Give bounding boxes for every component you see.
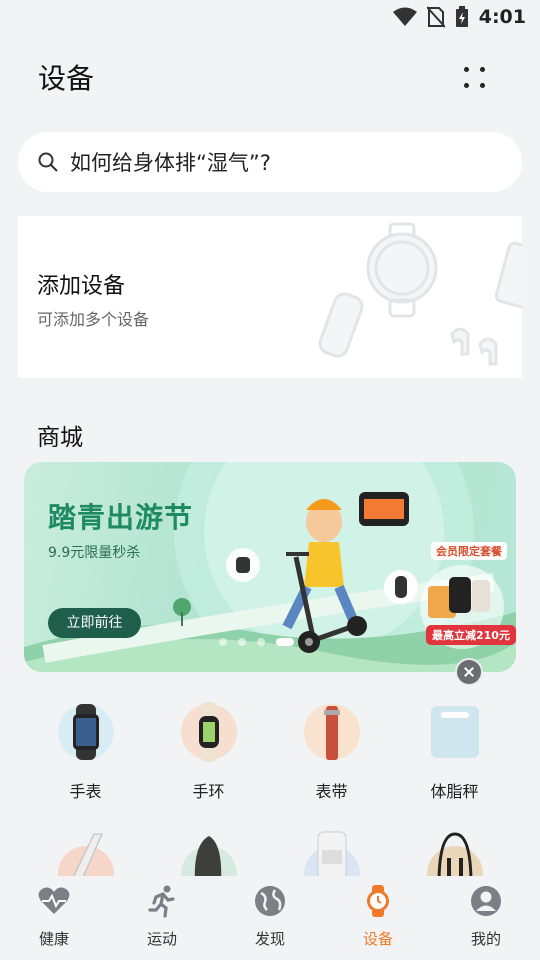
band-icon	[180, 702, 237, 762]
carousel-dot	[276, 638, 294, 646]
heart-icon	[38, 887, 70, 914]
battery-charging-icon	[455, 6, 468, 27]
bottom-tab-bar: 健康 运动 发现 设备 我的	[0, 876, 540, 960]
running-icon	[148, 885, 175, 918]
status-time: 4:01	[478, 6, 526, 28]
add-device-subtitle: 可添加多个设备	[37, 310, 150, 329]
carousel-dot	[257, 638, 265, 646]
tab-item[interactable]: 发现	[216, 884, 324, 949]
tab-item[interactable]: 设备	[324, 884, 432, 949]
close-banner-button[interactable]	[455, 658, 483, 686]
no-sim-icon	[426, 6, 445, 28]
shop-section-title: 商城	[37, 425, 83, 451]
carousel-indicator	[219, 638, 313, 646]
category-label: 表带	[315, 782, 348, 801]
carousel-dot	[305, 638, 313, 646]
search-icon	[38, 152, 58, 172]
banner-title: 踏青出游节	[48, 501, 194, 534]
header: 设备	[38, 56, 510, 102]
smartwatch-icon	[57, 704, 114, 760]
search-input[interactable]: 如何给身体排“湿气”?	[70, 147, 271, 177]
more-dot	[464, 83, 469, 88]
tab-item[interactable]: 健康	[0, 884, 108, 949]
category-label: 手环	[192, 782, 225, 801]
tab-item[interactable]: 我的	[432, 884, 540, 949]
more-options-button[interactable]	[462, 64, 490, 94]
category-item[interactable]: 体脂秤	[393, 700, 516, 802]
page-title: 设备	[38, 62, 95, 95]
devices-illustration	[318, 222, 522, 366]
more-dot	[464, 67, 469, 72]
tab-label: 运动	[146, 930, 177, 948]
add-device-card[interactable]: 添加设备 可添加多个设备	[18, 216, 522, 378]
more-dot	[480, 67, 485, 72]
go-now-button[interactable]: 立即前往	[48, 608, 141, 638]
discount-tag: 最高立减210元	[426, 625, 516, 645]
category-label: 体脂秤	[430, 782, 479, 801]
carousel-dot	[238, 638, 246, 646]
carousel-dot	[219, 638, 227, 646]
promo-banner[interactable]: 踏青出游节 9.9元限量秒杀 立即前往 会员限定套餐 最高立减210元	[24, 462, 516, 672]
category-item[interactable]: 手环	[147, 700, 270, 802]
add-device-title: 添加设备	[37, 274, 126, 299]
member-package-tag: 会员限定套餐	[431, 542, 507, 560]
tab-item[interactable]: 运动	[108, 884, 216, 949]
watch-icon	[367, 885, 389, 917]
category-item[interactable]: 表带	[270, 700, 393, 802]
scale-icon	[430, 706, 479, 758]
tab-label: 健康	[38, 930, 69, 948]
wifi-icon	[392, 7, 417, 26]
globe-icon	[255, 886, 285, 916]
status-bar: 4:01	[0, 0, 540, 36]
tab-label: 设备	[362, 930, 393, 948]
tab-label: 我的	[470, 930, 501, 948]
profile-icon	[471, 886, 501, 916]
category-item[interactable]: 手表	[24, 700, 147, 802]
tab-label: 发现	[254, 930, 285, 948]
search-bar[interactable]: 如何给身体排“湿气”?	[18, 132, 522, 192]
strap-icon	[303, 704, 360, 760]
banner-subtitle: 9.9元限量秒杀	[48, 545, 141, 561]
category-label: 手表	[69, 782, 102, 801]
more-dot	[480, 83, 485, 88]
